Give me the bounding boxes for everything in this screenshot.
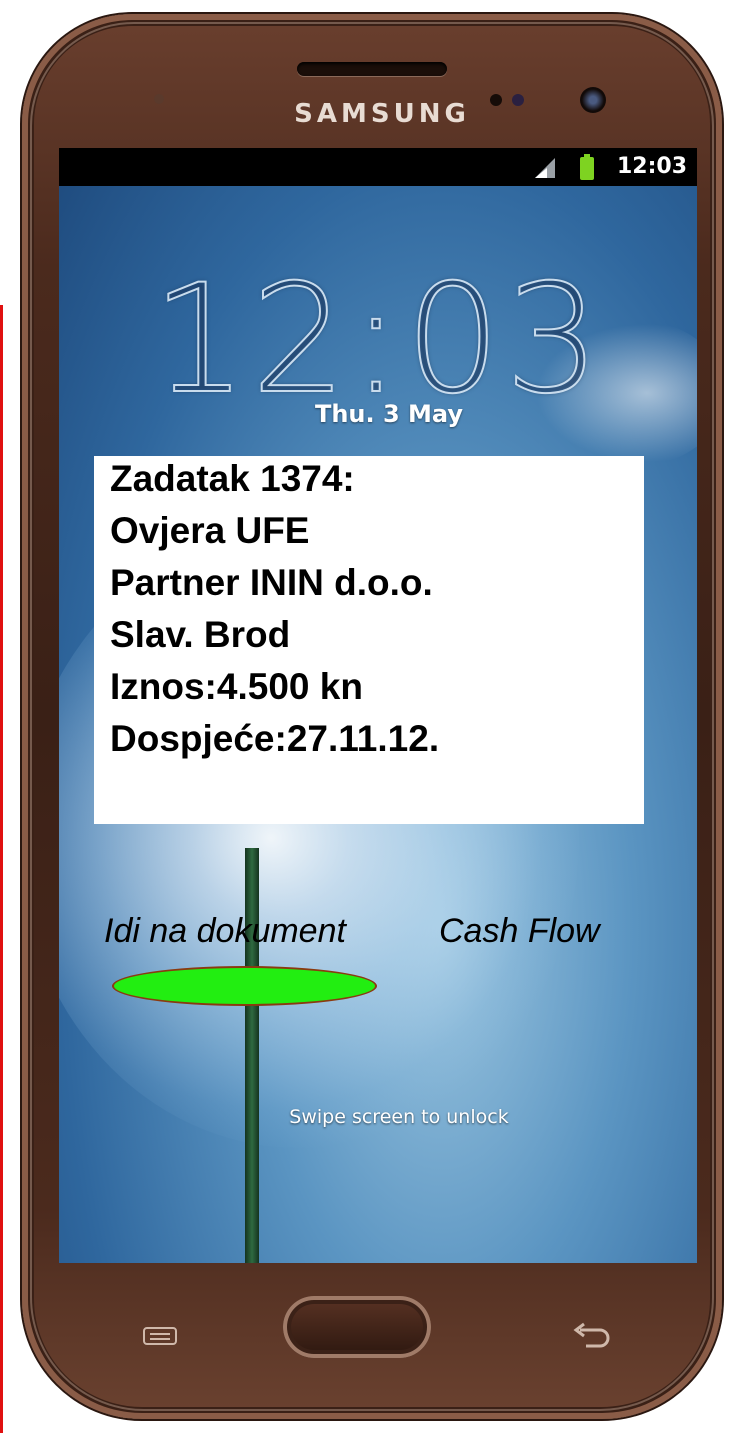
brand-logo: SAMSUNG [294, 99, 470, 129]
task-type: Ovjera UFE [110, 510, 310, 551]
status-time: 12:03 [616, 154, 687, 179]
light-sensor [512, 94, 524, 106]
home-button[interactable] [283, 1296, 431, 1358]
lock-date: Thu. 3 May [314, 400, 464, 428]
front-camera [580, 87, 606, 113]
cash-flow-link[interactable]: Cash Flow [439, 912, 600, 951]
task-due-date: Dospjeće:27.11.12. [110, 718, 440, 759]
task-amount: Iznos:4.500 kn [110, 666, 363, 707]
go-to-document-link[interactable]: Idi na dokument [104, 912, 346, 951]
proximity-sensor [490, 94, 502, 106]
side-red-line [0, 305, 3, 1433]
task-title: Zadatak 1374: [110, 458, 355, 499]
unlock-hint: Swipe screen to unlock [289, 1106, 509, 1128]
signal-icon [535, 158, 555, 178]
status-bar: 12:03 [59, 148, 697, 186]
battery-icon [580, 154, 594, 180]
notification-led [154, 94, 164, 104]
go-to-document-button[interactable] [112, 966, 377, 1006]
menu-icon[interactable] [140, 1324, 180, 1348]
task-location: Slav. Brod [110, 614, 291, 655]
earpiece-speaker [297, 62, 447, 76]
task-notification-card: Zadatak 1374: Ovjera UFE Partner ININ d.… [94, 456, 644, 824]
back-icon[interactable] [572, 1322, 612, 1350]
task-partner: Partner ININ d.o.o. [110, 562, 433, 603]
dandelion-stem [245, 848, 259, 1263]
